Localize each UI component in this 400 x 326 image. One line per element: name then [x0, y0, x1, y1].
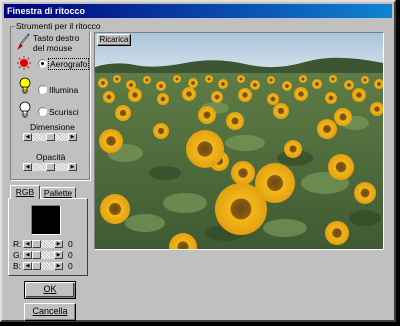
label-illumina[interactable]: Illumina [49, 85, 78, 95]
image-preview-frame [94, 32, 384, 250]
color-swatch [31, 205, 61, 235]
ok-button-label: OK [43, 284, 57, 294]
size-left-arrow-icon[interactable]: ◀ [23, 133, 32, 141]
radio-illumina[interactable] [38, 85, 47, 94]
ok-button[interactable]: OK [24, 281, 76, 299]
label-aerografo[interactable]: Aerografo [47, 58, 90, 70]
channel-g-value: 0 [68, 250, 73, 260]
bulb-dark-icon [19, 101, 31, 118]
window-title: Finestra di ritocco [7, 6, 86, 16]
channel-r-thumb[interactable] [32, 240, 41, 248]
spray-icon [17, 56, 31, 70]
radio-scurisci[interactable] [38, 107, 47, 116]
channel-g-left-arrow-icon[interactable]: ◀ [23, 251, 32, 259]
channel-r-value: 0 [68, 239, 73, 249]
reload-button[interactable]: Ricarica [97, 34, 131, 46]
tools-group-label: Strumenti per il ritocco [15, 21, 102, 31]
opacity-slider[interactable]: ◀ ▶ [23, 163, 77, 171]
bulb-lit-icon [19, 77, 31, 94]
sunflower-photo[interactable] [95, 33, 383, 249]
title-bar[interactable]: Finestra di ritocco [4, 4, 392, 18]
channel-r-left-arrow-icon[interactable]: ◀ [23, 240, 32, 248]
opacity-right-arrow-icon[interactable]: ▶ [68, 163, 77, 171]
radio-aerografo[interactable] [38, 59, 47, 68]
channel-g-thumb[interactable] [32, 251, 41, 259]
tools-group: Strumenti per il ritocco Tasto destro de… [10, 21, 102, 180]
opacity-thumb[interactable] [46, 163, 55, 171]
mouse-hint: Tasto destro del mouse [33, 33, 80, 53]
channel-g-right-arrow-icon[interactable]: ▶ [54, 251, 63, 259]
reload-button-label: Ricarica [99, 35, 129, 44]
cancel-button-label: Cancella [32, 306, 68, 316]
tab-pallette-label: Pallette [43, 188, 73, 198]
channel-b-label: B: [13, 261, 22, 271]
retouch-window: Finestra di ritocco Strumenti per il rit… [0, 0, 396, 322]
channel-b-right-arrow-icon[interactable]: ▶ [54, 262, 63, 270]
brush-icon [17, 33, 30, 50]
channel-b-left-arrow-icon[interactable]: ◀ [23, 262, 32, 270]
channel-b-value: 0 [68, 261, 73, 271]
channel-r-right-arrow-icon[interactable]: ▶ [54, 240, 63, 248]
label-scurisci[interactable]: Scurisci [49, 107, 79, 117]
opacity-label: Opacità [36, 152, 66, 162]
size-right-arrow-icon[interactable]: ▶ [68, 133, 77, 141]
channel-r-label: R: [13, 239, 22, 249]
size-slider[interactable]: ◀ ▶ [23, 133, 77, 141]
opacity-left-arrow-icon[interactable]: ◀ [23, 163, 32, 171]
color-panel: R: ◀ ▶ 0 G: ◀ ▶ 0 B: ◀ ▶ 0 [8, 198, 88, 276]
size-label: Dimensione [30, 122, 75, 132]
tab-rgb[interactable]: RGB [10, 185, 40, 199]
tab-rgb-label: RGB [15, 187, 35, 197]
cancel-button[interactable]: Cancella [24, 303, 76, 321]
size-thumb[interactable] [46, 133, 55, 141]
channel-b-thumb[interactable] [32, 262, 41, 270]
channel-g-label: G: [13, 250, 22, 260]
